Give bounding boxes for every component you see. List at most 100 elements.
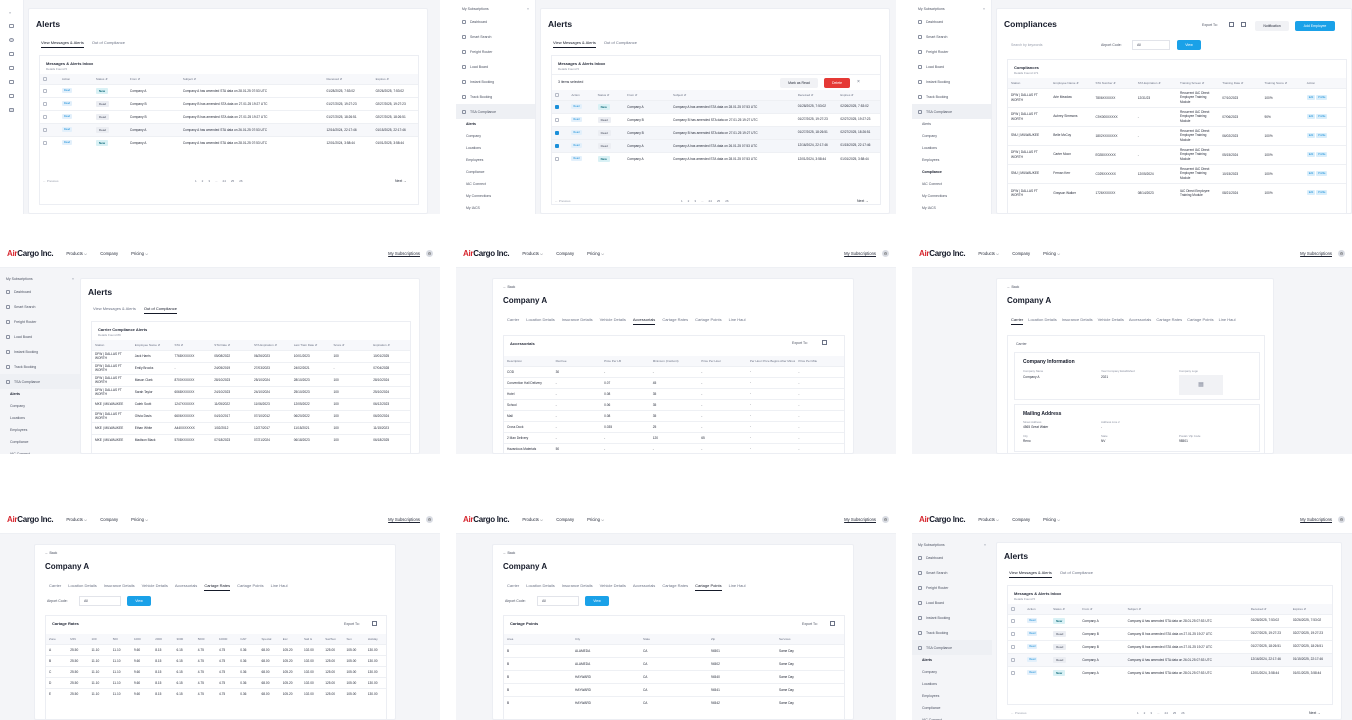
sidebar-item[interactable]: Dashboard xyxy=(912,14,991,29)
row-checkbox[interactable] xyxy=(1011,670,1015,675)
column-header[interactable]: Score ⇵ xyxy=(330,340,371,350)
column-header[interactable]: Satl & xyxy=(301,634,323,644)
mark-read-button[interactable]: Mark as Read xyxy=(780,78,818,88)
read-button[interactable]: Read xyxy=(571,117,582,122)
logo[interactable]: AirCargo Inc. xyxy=(7,249,54,258)
sidebar-subitem[interactable]: My IACS xyxy=(912,203,991,214)
company-tab[interactable]: Accessorials xyxy=(175,583,197,591)
company-tab[interactable]: Vehicle Details xyxy=(600,317,626,325)
nav-products[interactable]: Products ⌵ xyxy=(522,251,543,256)
column-header[interactable]: Subject ⇵ xyxy=(670,90,795,100)
sidebar-subitem[interactable]: IAC Connect xyxy=(912,715,992,720)
row-checkbox[interactable] xyxy=(43,127,47,132)
company-tab[interactable]: Vehicle Details xyxy=(600,583,626,591)
column-header[interactable]: Services xyxy=(776,634,844,644)
read-button[interactable]: Read xyxy=(1027,631,1038,636)
sidebar-subitem[interactable]: IAC Connect xyxy=(0,449,80,454)
tab-out-of-compliance[interactable]: Out of Compliance xyxy=(92,40,125,48)
logo[interactable]: AirCargo Inc. xyxy=(463,249,510,258)
read-button[interactable]: Read xyxy=(571,104,582,109)
column-header[interactable]: Action xyxy=(568,90,595,100)
page-number[interactable]: 26 xyxy=(239,179,242,183)
sidebar-item[interactable]: Freight Router xyxy=(0,314,80,329)
sidebar-item[interactable]: Track Booking xyxy=(912,625,992,640)
nav-products[interactable]: Products ⌵ xyxy=(978,251,999,256)
tab-messages[interactable]: View Messages & Alerts xyxy=(93,306,136,314)
collapse-icon[interactable]: » xyxy=(984,543,986,547)
sidebar-item[interactable]: Smart Search xyxy=(912,565,992,580)
company-tab[interactable]: Vehicle Details xyxy=(142,583,168,591)
gear-icon[interactable]: ⚙ xyxy=(882,516,889,523)
column-header[interactable]: Action xyxy=(58,74,93,84)
my-subscriptions-link[interactable]: My Subscriptions xyxy=(1300,517,1332,522)
column-header[interactable]: Employee Name ⇵ xyxy=(1050,78,1093,88)
column-header[interactable]: Per Hour Price Begins After Minutes xyxy=(746,356,796,366)
airport-select[interactable]: All xyxy=(537,596,579,606)
company-tab[interactable]: Cartage Points xyxy=(237,583,263,591)
table-row[interactable]: Read Read Company B Company B has amended S… xyxy=(1008,626,1332,640)
sidebar-subitem[interactable]: Locations xyxy=(912,679,992,691)
page-number[interactable]: 24 xyxy=(1165,711,1168,715)
board-icon[interactable] xyxy=(9,66,14,70)
back-link[interactable]: ← Back xyxy=(1007,285,1019,289)
collapse-icon[interactable]: » xyxy=(983,7,985,11)
page-number[interactable]: 1 xyxy=(681,199,683,203)
sidebar-subitem[interactable]: Employees xyxy=(0,425,80,437)
sidebar-subitem[interactable]: Alerts xyxy=(456,119,535,131)
column-header[interactable]: Flat Fee xyxy=(552,356,602,366)
sidebar-item[interactable]: Instant Booking xyxy=(912,74,991,89)
tab-messages[interactable]: View Messages & Alerts xyxy=(41,40,84,48)
column-header[interactable]: State xyxy=(640,634,708,644)
table-row[interactable]: Read Read Company B Company B has amended S… xyxy=(552,125,880,139)
collapse-icon[interactable]: » xyxy=(72,277,74,281)
sidebar-item[interactable]: Load Board xyxy=(912,595,992,610)
table-row[interactable]: Read Read Company B Company B has amended S… xyxy=(40,109,418,123)
table-row[interactable]: Read New Company A Company A has amended ST… xyxy=(1008,613,1332,627)
export-icon[interactable] xyxy=(372,621,377,626)
company-tab[interactable]: Carrier xyxy=(1011,317,1024,325)
page-number[interactable]: ... xyxy=(215,179,218,183)
company-tab[interactable]: Carrier xyxy=(507,317,519,325)
column-header[interactable]: Action xyxy=(1303,78,1346,88)
profile-button[interactable]: Profile xyxy=(1316,95,1328,100)
column-header[interactable]: Status ⇵ xyxy=(1050,604,1080,614)
row-checkbox[interactable] xyxy=(555,104,559,109)
select-all-checkbox[interactable] xyxy=(1011,606,1015,611)
sidebar-item[interactable]: Load Board xyxy=(912,59,991,74)
sidebar-item[interactable]: Instant Booking xyxy=(0,344,80,359)
sidebar-item[interactable]: Load Board xyxy=(0,329,80,344)
read-button[interactable]: Read xyxy=(61,101,73,106)
company-tab[interactable]: Line Haul xyxy=(729,583,746,591)
edit-button[interactable]: Edit xyxy=(1306,152,1316,157)
column-header[interactable]: Station xyxy=(92,340,132,350)
nav-pricing[interactable]: Pricing ⌵ xyxy=(587,517,604,522)
sidebar-item[interactable]: Dashboard xyxy=(0,284,80,299)
column-header[interactable]: Received ⇵ xyxy=(323,74,373,84)
column-header[interactable]: Employee Name ⇵ xyxy=(131,340,172,350)
logo[interactable]: AirCargo Inc. xyxy=(7,515,54,524)
page-number[interactable]: 2 xyxy=(202,179,204,183)
sidebar-subitem[interactable]: Alerts xyxy=(912,655,992,667)
sidebar-subitem[interactable]: Company xyxy=(912,131,991,143)
select-all-checkbox[interactable] xyxy=(555,92,559,97)
column-header[interactable]: Expiration ⇵ xyxy=(370,340,410,350)
company-tab[interactable]: Insurance Details xyxy=(1062,317,1093,325)
nav-pricing[interactable]: Pricing ⌵ xyxy=(587,251,604,256)
company-tab[interactable]: Cartage Points xyxy=(695,583,722,591)
nav-products[interactable]: Products ⌵ xyxy=(66,251,87,256)
page-number[interactable]: 24 xyxy=(709,199,712,203)
column-header[interactable]: From ⇵ xyxy=(126,74,180,84)
read-button[interactable]: Read xyxy=(571,143,582,148)
sidebar-subitem[interactable]: Compliance xyxy=(912,703,992,715)
back-link[interactable]: ← Back xyxy=(45,551,57,555)
edit-button[interactable]: Edit xyxy=(1306,171,1316,176)
profile-button[interactable]: Profile xyxy=(1316,114,1328,119)
my-subscriptions-link[interactable]: My Subscriptions xyxy=(844,517,876,522)
gear-icon[interactable]: ⚙ xyxy=(882,250,889,257)
nav-company[interactable]: Company xyxy=(100,251,118,256)
column-header[interactable]: Expires ⇵ xyxy=(837,90,880,100)
nav-company[interactable]: Company xyxy=(556,251,574,256)
sidebar-subitem[interactable]: Compliance xyxy=(0,437,80,449)
page-number[interactable]: 24 xyxy=(223,179,226,183)
sidebar-item[interactable]: Smart Search xyxy=(0,299,80,314)
